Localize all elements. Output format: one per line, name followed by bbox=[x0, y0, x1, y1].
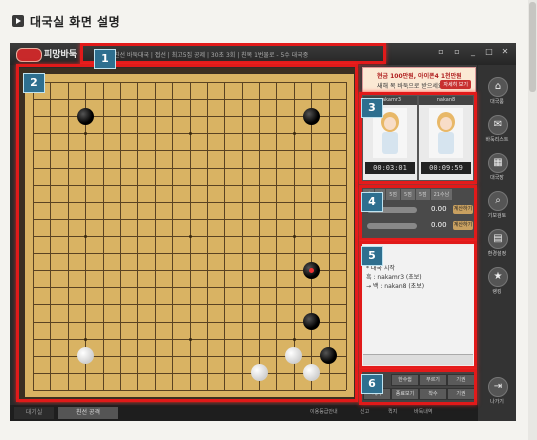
highlight-title-info bbox=[80, 43, 386, 64]
rail-item[interactable]: ★ 랭킹 bbox=[482, 267, 512, 303]
option-button[interactable]: ▫ bbox=[436, 47, 446, 57]
close-button[interactable]: ✕ bbox=[500, 47, 510, 57]
status-link[interactable]: 신고 bbox=[360, 408, 369, 415]
rail-item[interactable]: ▤ 환경설정 bbox=[482, 229, 512, 265]
game-room-window: 피망바둑 친선 바둑대국 | 접선 | 최고5집 공제 | 30초 3회 | 친… bbox=[10, 43, 516, 421]
rail-item[interactable]: ⇥ 나가기 bbox=[482, 377, 512, 413]
section-heading: 대국실 화면 설명 bbox=[12, 12, 120, 30]
banner-line2: 새해 복 바둑으로 받으세요! bbox=[377, 83, 446, 90]
rail-item[interactable]: ⌕ 기보검토 bbox=[482, 191, 512, 227]
annotation-badge: 6 bbox=[361, 374, 383, 394]
lobby-tab[interactable]: 대기실 bbox=[14, 407, 54, 419]
rail-item[interactable]: ⌂ 대국룸 bbox=[482, 77, 512, 113]
rail-item[interactable]: ✉ 바둑리스트 bbox=[482, 115, 512, 151]
minimize-button[interactable]: _ bbox=[468, 47, 478, 57]
annotation-badge: 1 bbox=[94, 49, 116, 69]
friendly-tab[interactable]: 친선 공격 bbox=[58, 407, 118, 419]
review-icon: ⌕ bbox=[488, 191, 508, 211]
rail-item[interactable]: ▦ 대국장 bbox=[482, 153, 512, 189]
exit-icon: ⇥ bbox=[488, 377, 508, 397]
right-menu-rail: ⌂ 대국룸 ✉ 바둑리스트 ▦ 대국장 ⌕ 기보검토 ▤ 환경설정 ★ 랭킹 ⇥ 나가기 bbox=[478, 65, 516, 421]
status-bar: 대기실 친선 공격 이용등급안내 신고 퀵지 바둑내역 bbox=[10, 405, 478, 421]
capture-button[interactable]: ▫ bbox=[452, 47, 462, 57]
annotation-badge: 2 bbox=[23, 73, 45, 93]
page-scrollbar[interactable] bbox=[528, 0, 537, 440]
banner-line1: 현금 100만원, 아이폰4 1천만원 bbox=[377, 73, 462, 80]
settings-icon: ▤ bbox=[488, 229, 508, 249]
status-link[interactable]: 이용등급안내 bbox=[310, 408, 338, 415]
status-link[interactable]: 바둑내역 bbox=[414, 408, 432, 415]
app-name: 피망바둑 bbox=[44, 50, 78, 60]
ranking-icon: ★ bbox=[488, 267, 508, 287]
pmang-logo-icon bbox=[16, 48, 42, 62]
annotation-badge: 3 bbox=[361, 98, 383, 118]
highlight-board bbox=[16, 64, 358, 402]
home-icon: ⌂ bbox=[488, 77, 508, 97]
heading-text: 대국실 화면 설명 bbox=[30, 14, 121, 29]
annotation-badge: 4 bbox=[361, 192, 383, 212]
banner-detail-button[interactable]: 자세히 보기 bbox=[440, 80, 471, 89]
room-icon: ▦ bbox=[488, 153, 508, 173]
scrollbar-thumb[interactable] bbox=[529, 2, 536, 92]
maximize-button[interactable]: □ bbox=[484, 47, 494, 57]
list-icon: ✉ bbox=[488, 115, 508, 135]
event-banner[interactable]: 현금 100만원, 아이폰4 1천만원 새해 복 바둑으로 받으세요! 자세히 … bbox=[362, 67, 476, 94]
play-bullet-icon bbox=[12, 15, 24, 27]
annotation-badge: 5 bbox=[361, 246, 383, 266]
status-link[interactable]: 퀵지 bbox=[388, 408, 397, 415]
